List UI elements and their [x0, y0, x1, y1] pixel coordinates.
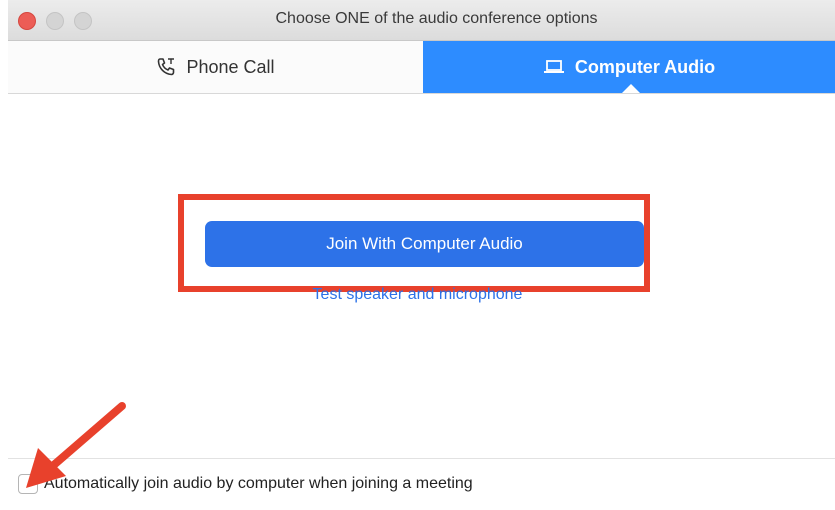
- audio-options-window: Choose ONE of the audio conference optio…: [0, 0, 835, 510]
- audio-tabs: Phone Call Computer Audio: [8, 41, 835, 94]
- join-with-computer-audio-button[interactable]: Join With Computer Audio: [205, 221, 644, 267]
- selected-tab-indicator: [622, 84, 640, 93]
- test-speaker-microphone-link[interactable]: Test speaker and microphone: [0, 286, 835, 304]
- window-title: Choose ONE of the audio conference optio…: [275, 10, 598, 27]
- title-bar[interactable]: Choose ONE of the audio conference optio…: [8, 0, 835, 41]
- phone-icon: [156, 57, 176, 77]
- tab-phone-call-label: Phone Call: [186, 56, 275, 77]
- tab-computer-audio-label: Computer Audio: [574, 56, 716, 77]
- footer-divider: [8, 458, 835, 459]
- annotation-arrow-icon: [26, 402, 126, 488]
- tab-phone-call[interactable]: Phone Call: [8, 41, 423, 93]
- laptop-icon: [543, 58, 565, 76]
